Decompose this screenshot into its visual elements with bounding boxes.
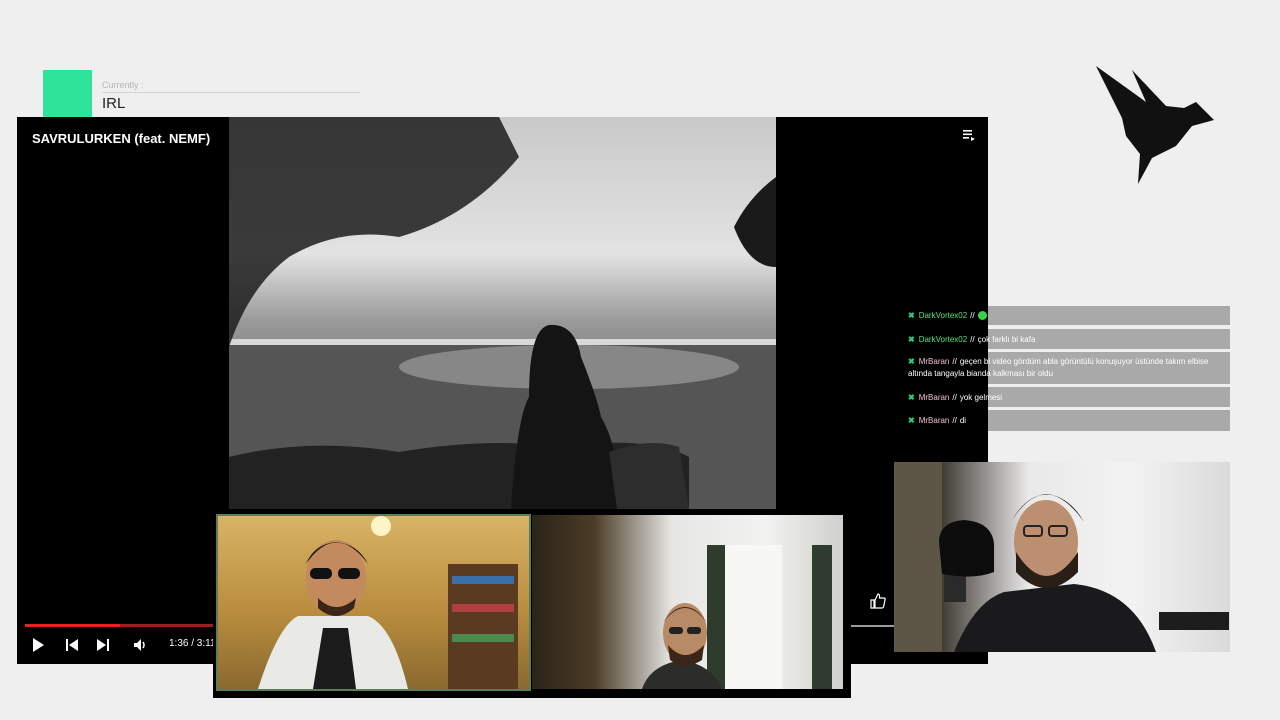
webcam-strip: [213, 512, 851, 698]
currently-label: Currently :: [102, 80, 144, 90]
webcam-host: [894, 462, 1230, 652]
currently-value: IRL: [102, 95, 126, 112]
chat-username: MrBaran: [918, 357, 950, 366]
chat-separator: //: [970, 311, 975, 320]
chat-username: MrBaran: [918, 416, 950, 425]
progress-bar[interactable]: [25, 624, 215, 627]
chat-message: ✖ MrBaran//yok gelmesi: [908, 392, 1218, 404]
emote-icon: [977, 311, 987, 321]
chat-username: DarkVortex02: [918, 335, 968, 344]
chat-username: DarkVortex02: [918, 311, 968, 320]
video-scene: [229, 117, 776, 509]
webcam-right: [532, 515, 843, 689]
webcam-right-scene: [642, 545, 832, 689]
webcam-left-scene: [258, 516, 518, 689]
previous-icon[interactable]: [63, 636, 81, 654]
chat-badge-icon: ✖: [908, 357, 915, 366]
chat-message: ✖ MrBaran//geçen bi video gördüm abla gör…: [908, 356, 1218, 380]
chat-message: ✖ MrBaran//di: [908, 415, 1218, 427]
next-icon[interactable]: [94, 636, 112, 654]
bird-logo: [1096, 66, 1214, 184]
chat-message: ✖ DarkVortex02//çok farklı bi kafa: [908, 334, 1218, 346]
like-icon[interactable]: [869, 592, 887, 610]
video-title: SAVRULURKEN (feat. NEMF): [32, 131, 211, 146]
playlist-icon[interactable]: [962, 128, 976, 142]
chat-message: ✖ DarkVortex02//: [908, 310, 1218, 322]
webcam-left: [216, 514, 531, 691]
accent-block: [43, 70, 92, 117]
volume-icon[interactable]: [131, 636, 149, 654]
chat-text: di: [959, 416, 967, 425]
chat-badge-icon: ✖: [908, 335, 915, 344]
chat-separator: //: [970, 335, 975, 344]
chat-badge-icon: ✖: [908, 393, 915, 402]
time-display: 1:36 / 3:11: [169, 638, 216, 649]
chat-separator: //: [952, 393, 957, 402]
video-frame[interactable]: [229, 117, 776, 509]
chat-text: yok gelmesi: [959, 393, 1003, 402]
chat-badge-icon: ✖: [908, 311, 915, 320]
chat-badge-icon: ✖: [908, 416, 915, 425]
play-icon[interactable]: [29, 636, 47, 654]
divider: [102, 92, 360, 93]
progress-fill: [25, 624, 120, 627]
chat-separator: //: [952, 416, 957, 425]
chat-username: MrBaran: [918, 393, 950, 402]
webcam-host-scene: [894, 462, 1229, 652]
chat-text: çok farklı bi kafa: [977, 335, 1036, 344]
chat-separator: //: [952, 357, 957, 366]
volume-slider[interactable]: [850, 625, 895, 627]
